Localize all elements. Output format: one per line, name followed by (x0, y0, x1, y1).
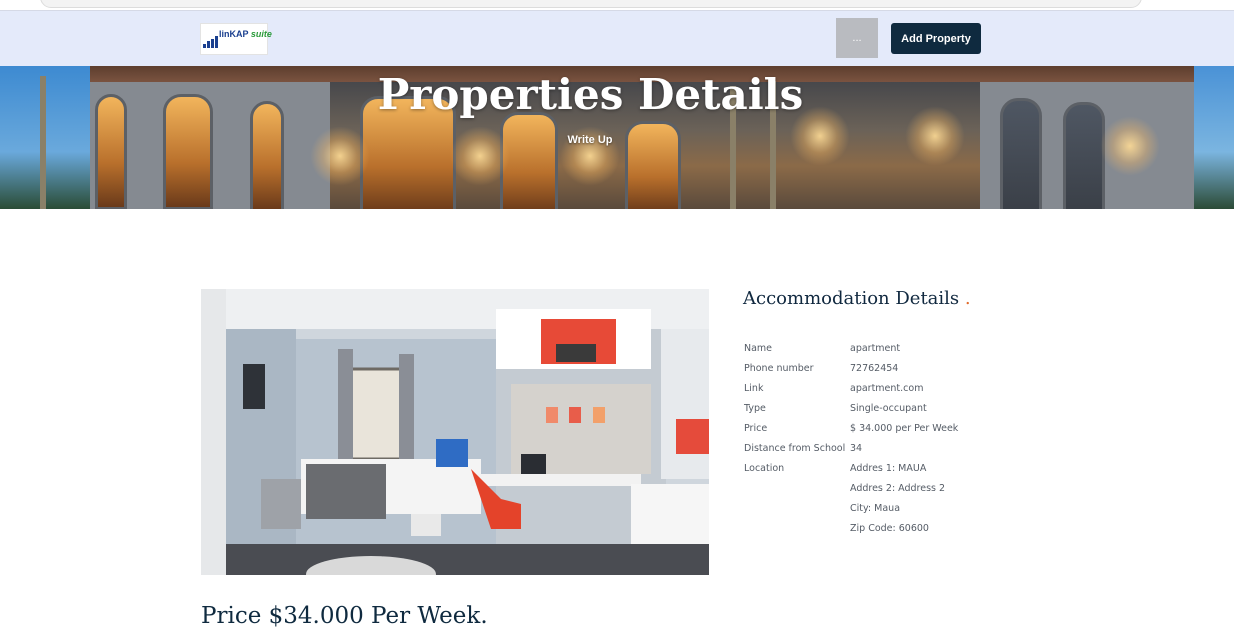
hero-sky-right (1194, 66, 1234, 209)
detail-row-zip: Zip Code: 60600 (744, 522, 1004, 542)
detail-row-city: City: Maua (744, 502, 1004, 522)
logo-suite-text: suite (250, 29, 272, 39)
top-navbar: linKAP suite ... Add Property (0, 10, 1234, 67)
property-photo (201, 289, 709, 575)
detail-label: Distance from School (744, 443, 846, 454)
detail-label: Location (744, 463, 785, 474)
browser-top-strip (0, 0, 1234, 10)
detail-value: Addres 1: MAUA (850, 463, 927, 474)
detail-value: Addres 2: Address 2 (850, 483, 946, 494)
accommodation-heading-text: Accommodation Details (743, 288, 960, 309)
price-summary: Price $34.000 Per Week. (201, 603, 488, 629)
menu-toggle-label: ... (852, 32, 862, 44)
bedroom-photo-illustration (201, 289, 709, 575)
detail-row-location: Location Addres 1: MAUA (744, 462, 1004, 482)
detail-value: Zip Code: 60600 (850, 523, 929, 534)
menu-toggle-button[interactable]: ... (836, 18, 878, 58)
detail-row-type: Type Single-occupant (744, 402, 1004, 422)
hero-lamp-glow (450, 126, 510, 186)
detail-label: Price (744, 423, 768, 434)
heading-accent-dot: . (964, 288, 971, 309)
detail-label: Link (744, 383, 764, 394)
detail-value: apartment.com (850, 383, 924, 394)
detail-row-price: Price $ 34.000 per Per Week (744, 422, 1004, 442)
detail-value: $ 34.000 per Per Week (850, 423, 959, 434)
detail-label: Phone number (744, 363, 814, 374)
detail-row-address-2: Addres 2: Address 2 (744, 482, 1004, 502)
page-title: Properties Details (377, 70, 804, 119)
logo-bars-icon (203, 36, 218, 48)
hero-lamp-glow (310, 126, 370, 186)
detail-row-distance: Distance from School 34 (744, 442, 1004, 462)
logo-text: linKAP suite (219, 30, 272, 39)
accommodation-details-heading: Accommodation Details . (743, 288, 971, 309)
hero-lamp-glow (1100, 116, 1160, 176)
browser-address-bar[interactable] (40, 0, 1142, 8)
site-logo[interactable]: linKAP suite (200, 23, 272, 55)
detail-value: Single-occupant (850, 403, 927, 414)
detail-value: 34 (850, 443, 863, 454)
detail-label: Type (744, 403, 766, 414)
page-subtitle: Write Up (567, 134, 613, 146)
accommodation-details-list: Name apartment Phone number 72762454 Lin… (744, 342, 1004, 542)
detail-value: City: Maua (850, 503, 901, 514)
add-property-button[interactable]: Add Property (891, 23, 981, 54)
detail-row-phone: Phone number 72762454 (744, 362, 1004, 382)
detail-row-name: Name apartment (744, 342, 1004, 362)
logo-brand-text: linKAP (219, 29, 249, 39)
detail-value: 72762454 (850, 363, 899, 374)
detail-row-link: Link apartment.com (744, 382, 1004, 402)
detail-value: apartment (850, 343, 901, 354)
detail-label: Name (744, 343, 773, 354)
